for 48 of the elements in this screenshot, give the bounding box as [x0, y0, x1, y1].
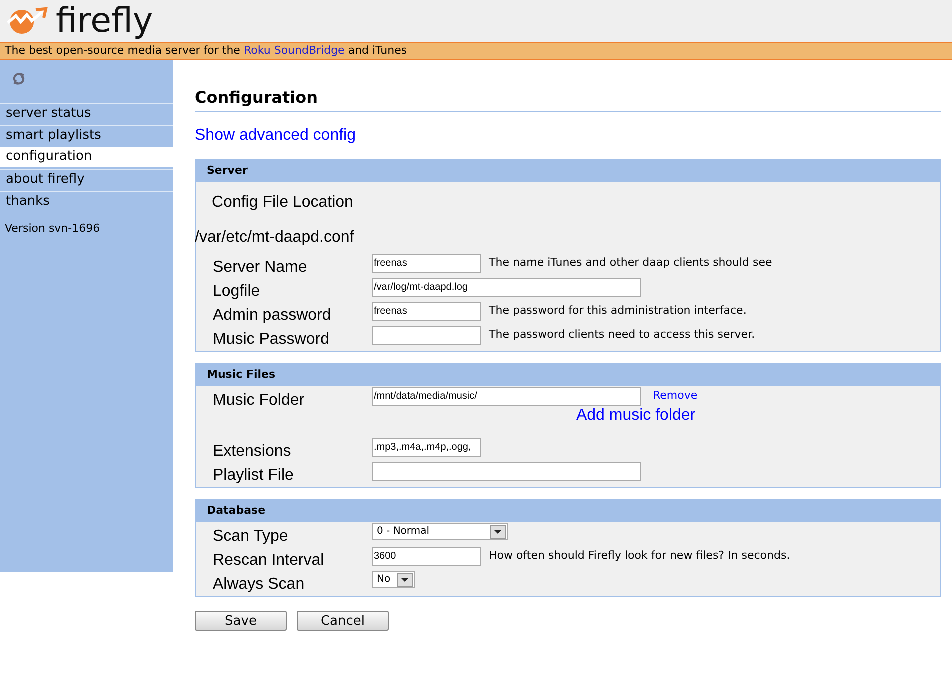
- field-label: Extensions: [212, 442, 292, 461]
- field-hint: The name iTunes and other daap clients should see: [489, 255, 772, 272]
- text-field[interactable]: /var/log/mt-daapd.log: [372, 278, 641, 297]
- field-hint: How often should Firefly look for new files? In seconds.: [489, 548, 790, 564]
- version-text: Version svn-1696: [4, 221, 102, 237]
- config-path: /var/etc/mt-daapd.conf: [195, 228, 356, 248]
- tagline-link[interactable]: Roku SoundBridge: [244, 44, 345, 57]
- add-folder-link[interactable]: Add music folder: [576, 406, 696, 425]
- text-field[interactable]: freenas: [372, 254, 481, 273]
- sidebar-item[interactable]: configuration: [0, 147, 173, 167]
- caret-icon: [494, 530, 502, 534]
- text-field[interactable]: freenas: [372, 302, 481, 321]
- field-label: Playlist File: [212, 466, 295, 485]
- field-label: Logfile: [212, 282, 262, 301]
- logo-icon: [6, 7, 48, 35]
- remove-link[interactable]: Remove: [653, 388, 698, 405]
- section-title: Database: [207, 502, 266, 519]
- section-title: Music Files: [207, 366, 276, 383]
- text-field[interactable]: 3600: [372, 547, 481, 566]
- select-field[interactable]: No: [372, 571, 415, 588]
- text-field[interactable]: [372, 462, 641, 481]
- select-field[interactable]: 0 - Normal: [372, 523, 508, 540]
- sidebar-item[interactable]: smart playlists: [0, 125, 173, 145]
- section-title: Server: [207, 162, 248, 179]
- field-label: Config File Location: [211, 193, 354, 213]
- field-label: Music Password: [212, 330, 330, 349]
- caret-icon: [401, 578, 409, 582]
- sidebar-item[interactable]: about firefly: [0, 169, 173, 189]
- form-button[interactable]: Save: [195, 611, 287, 631]
- form-button[interactable]: Cancel: [297, 611, 389, 631]
- field-label: Server Name: [212, 258, 308, 277]
- text-field[interactable]: [372, 326, 481, 345]
- field-label: Rescan Interval: [212, 551, 326, 570]
- refresh-icon[interactable]: [12, 72, 26, 86]
- field-label: Admin password: [212, 306, 332, 325]
- field-label: Music Folder: [212, 391, 306, 410]
- page-title: Configuration: [195, 86, 941, 112]
- dropdown-button[interactable]: [490, 524, 506, 538]
- logo-text: firefly: [56, 4, 154, 38]
- text-field[interactable]: .mp3,.m4a,.m4p,.ogg,: [372, 438, 481, 457]
- field-hint: The password clients need to access this server.: [489, 327, 756, 344]
- dropdown-button[interactable]: [397, 572, 413, 586]
- field-label: Always Scan: [212, 575, 306, 594]
- text-field[interactable]: /mnt/data/media/music/: [372, 387, 641, 406]
- advanced-config-link[interactable]: Show advanced config: [195, 124, 941, 148]
- field-label: Scan Type: [212, 527, 290, 546]
- tagline-text: The best open-source media server for the Roku SoundBridge and iTunes: [5, 42, 408, 59]
- field-hint: The password for this administration interface.: [489, 303, 747, 320]
